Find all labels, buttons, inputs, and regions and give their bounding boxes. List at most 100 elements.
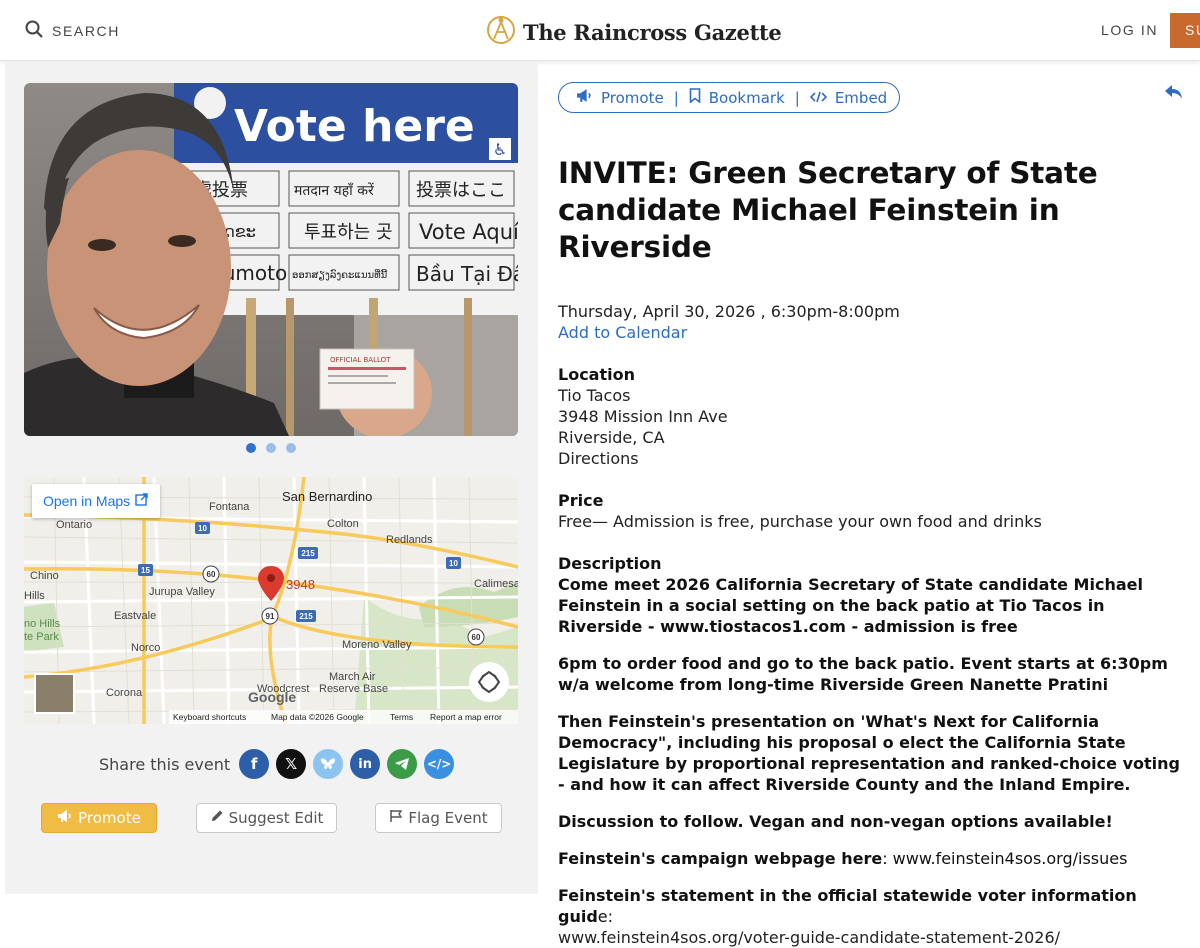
map-place-label: Jurupa Valley [149, 586, 215, 598]
flag-event-label: Flag Event [408, 809, 488, 827]
event-title: INVITE: Green Secretary of State candida… [558, 156, 1098, 264]
google-wordmark: Google [248, 689, 296, 705]
carousel-dots [246, 443, 296, 453]
voter-guide-label: Feinstein's statement in the official st… [558, 886, 1137, 926]
map-place-label: te Park [24, 631, 59, 643]
carousel-dot[interactable] [246, 443, 256, 453]
map-footer-data: Map data ©2026 Google [271, 712, 364, 722]
map-place-label: Moreno Valley [342, 639, 412, 651]
suggest-edit-label: Suggest Edit [228, 809, 324, 827]
share-bar: Share this event f 𝕏 in </> [99, 749, 461, 779]
svg-text:♿: ♿ [493, 140, 507, 159]
campaign-webpage-label: Feinstein's campaign webpage here [558, 849, 883, 868]
x-twitter-icon[interactable]: 𝕏 [276, 749, 307, 779]
toolbar-embed[interactable]: Embed [809, 88, 888, 107]
price-text: Free— Admission is free, purchase your o… [558, 512, 1042, 531]
description-paragraph: Discussion to follow. Vegan and non-vega… [558, 812, 1113, 831]
highway-shield: 215 [299, 612, 313, 621]
bookmark-icon [689, 88, 701, 107]
description-paragraph: Come meet 2026 California Secretary of S… [558, 575, 1143, 636]
sign-line-vietnamese: Bầu Tại Đây [416, 262, 518, 286]
address-line-2: Riverside, CA [558, 428, 665, 447]
share-label: Share this event [99, 754, 231, 774]
megaphone-icon [57, 809, 73, 827]
description-paragraph: Then Feinstein's presentation on 'What's… [558, 712, 1180, 794]
suggest-edit-button[interactable]: Suggest Edit [196, 803, 337, 833]
megaphone-icon [576, 88, 593, 107]
telegram-icon[interactable] [387, 749, 418, 779]
map-place-label: Ontario [56, 519, 92, 531]
map-place-label: San Bernardino [282, 489, 372, 504]
map-footer-keyboard: Keyboard shortcuts [173, 712, 246, 722]
campaign-webpage-line: Feinstein's campaign webpage here: www.f… [558, 848, 1188, 869]
map-place-label: Colton [327, 518, 359, 530]
address-line-1: 3948 Mission Inn Ave [558, 407, 728, 426]
sign-line-spanish: Vote Aquí [419, 220, 518, 244]
map-place-label: Hills [24, 590, 45, 602]
voter-guide-url: www.feinstein4sos.org/voter-guide-candid… [558, 928, 1061, 947]
highway-shield: 10 [449, 559, 458, 568]
map-footer-terms: Terms [390, 712, 413, 722]
toolbar-promote-label: Promote [601, 88, 664, 107]
map-place-label: Reserve Base [319, 683, 388, 695]
toolbar-bookmark[interactable]: Bookmark [689, 88, 785, 107]
map-place-label: Calimesa [474, 578, 518, 590]
directions-link[interactable]: Directions [558, 448, 1188, 469]
promote-button[interactable]: Promote [41, 803, 157, 833]
map-place-label: Norco [131, 642, 160, 654]
map-place-label: no Hills [24, 618, 61, 630]
carousel-dot[interactable] [266, 443, 276, 453]
embed-code-icon[interactable]: </> [424, 749, 455, 779]
location-map[interactable]: Fontana San Bernardino Ontario Colton Re… [24, 477, 518, 724]
highway-shield: 60 [472, 633, 481, 642]
subscribe-button[interactable]: SU [1170, 13, 1200, 48]
search-button[interactable]: SEARCH [25, 20, 120, 41]
map-place-label: March Air [329, 671, 376, 683]
map-place-label: Corona [106, 687, 143, 699]
description-paragraph: 6pm to order food and go to the back pat… [558, 654, 1168, 694]
search-label: SEARCH [52, 22, 120, 39]
promote-label: Promote [78, 809, 141, 827]
open-in-maps-label: Open in Maps [43, 493, 131, 509]
top-bar: SEARCH The Raincross Gazette LOG IN SU [0, 0, 1200, 61]
sign-line-hindi: मतदान यहाँ करें [294, 182, 374, 199]
logo-emblem-icon [486, 11, 516, 53]
linkedin-icon[interactable]: in [350, 749, 381, 779]
brand-name: The Raincross Gazette [523, 19, 782, 45]
carousel-dot[interactable] [286, 443, 296, 453]
open-in-maps-button[interactable]: Open in Maps [32, 484, 160, 518]
toolbar-separator: | [794, 88, 800, 107]
facebook-icon[interactable]: f [239, 749, 270, 779]
map-place-label: Redlands [386, 534, 433, 546]
highway-shield: 215 [301, 549, 315, 558]
toolbar-embed-label: Embed [834, 88, 888, 107]
toolbar-promote[interactable]: Promote [576, 88, 664, 107]
highway-shield: 15 [141, 566, 150, 575]
highway-shield: 91 [266, 612, 275, 621]
event-datetime: Thursday, April 30, 2026 , 6:30pm-8:00pm [558, 302, 900, 321]
toolbar-separator: | [673, 88, 679, 107]
event-toolbar: Promote | Bookmark | Embed [558, 82, 900, 113]
map-place-label: Fontana [209, 501, 250, 513]
bluesky-icon[interactable] [313, 749, 344, 779]
event-photo[interactable]: ♿ Vote here 處投票 मतदान यहाँ करें 投票はここ ໜາ… [24, 83, 518, 436]
map-footer-report: Report a map error [430, 712, 502, 722]
price-heading: Price [558, 491, 604, 510]
event-details: INVITE: Green Secretary of State candida… [558, 155, 1188, 948]
voter-guide-line: Feinstein's statement in the official st… [558, 885, 1188, 927]
toolbar-bookmark-label: Bookmark [708, 88, 785, 107]
flag-icon [389, 809, 403, 827]
back-arrow-icon[interactable] [1164, 84, 1184, 105]
ballot-text: OFFICIAL BALLOT [330, 356, 391, 364]
external-link-icon [135, 493, 148, 518]
flag-event-button[interactable]: Flag Event [375, 803, 502, 833]
login-link[interactable]: LOG IN [1101, 22, 1158, 38]
location-heading: Location [558, 365, 635, 384]
map-place-label: Chino [30, 570, 59, 582]
sign-line-lao: ອອກສຽງລົງຄະແນນທີ່ນີ້ [292, 268, 387, 281]
venue-link[interactable]: Tio Tacos [558, 385, 1188, 406]
add-to-calendar-link[interactable]: Add to Calendar [558, 322, 1188, 343]
voter-guide-suffix: e: [597, 907, 614, 926]
campaign-webpage-url: : www.feinstein4sos.org/issues [882, 849, 1128, 868]
site-logo[interactable]: The Raincross Gazette [486, 11, 782, 53]
